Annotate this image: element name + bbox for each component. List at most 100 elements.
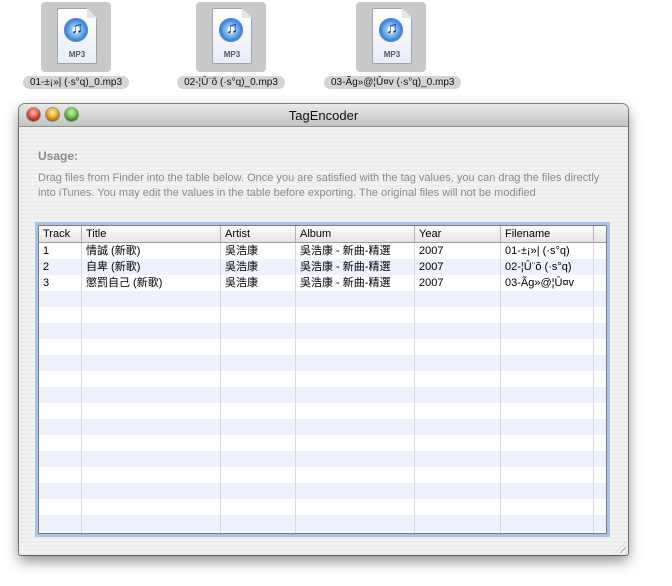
empty-cell [39, 291, 82, 307]
cell-album[interactable]: 吳浩康 - 新曲-精選 [296, 243, 415, 259]
cell-year[interactable]: 2007 [415, 243, 501, 259]
cell-year[interactable]: 2007 [415, 259, 501, 275]
table-row[interactable]: 2 自卑 (新歌) 吳浩康 吳浩康 - 新曲-精選 2007 02-¦Û¨õ (… [39, 259, 606, 275]
desktop-file-2[interactable]: ♫ MP3 02-¦Û¨õ (·s°q)_0.mp3 [164, 2, 298, 90]
empty-cell [501, 371, 594, 387]
resize-grip-icon[interactable] [615, 542, 626, 553]
desktop-file-1[interactable]: ♫ MP3 01-±¡»| (·s°q)_0.mp3 [9, 2, 143, 90]
empty-cell [415, 419, 501, 435]
cell-filename[interactable]: 01-±¡»| (·s°q) [501, 243, 594, 259]
empty-cell [594, 355, 606, 371]
empty-cell [296, 371, 415, 387]
empty-cell [221, 387, 296, 403]
empty-cell [501, 467, 594, 483]
mp3-file-icon[interactable]: ♫ MP3 [356, 2, 426, 72]
table-row[interactable]: 1 情誠 (新歌) 吳浩康 吳浩康 - 新曲-精選 2007 01-±¡»| (… [39, 243, 606, 259]
empty-cell [296, 339, 415, 355]
cell-artist[interactable]: 吳浩康 [221, 275, 296, 291]
cell-album[interactable]: 吳浩康 - 新曲-精選 [296, 259, 415, 275]
table-row[interactable]: 3 懲罰自己 (新歌) 吳浩康 吳浩康 - 新曲-精選 2007 03-Ãg»@… [39, 275, 606, 291]
empty-cell [594, 451, 606, 467]
title-bar[interactable]: TagEncoder [19, 104, 628, 127]
cell-artist[interactable]: 吳浩康 [221, 243, 296, 259]
desktop-file-name[interactable]: 03-Ãg»@¦Û¤v (·s°q)_0.mp3 [324, 76, 462, 89]
empty-table-row [39, 339, 606, 355]
empty-cell [296, 499, 415, 515]
empty-cell [415, 451, 501, 467]
empty-cell [296, 531, 415, 533]
empty-cell [296, 307, 415, 323]
mp3-file-icon[interactable]: ♫ MP3 [196, 2, 266, 72]
cell-spacer [594, 275, 606, 291]
empty-cell [415, 515, 501, 531]
desktop-file-name[interactable]: 01-±¡»| (·s°q)_0.mp3 [22, 76, 130, 89]
cell-track[interactable]: 1 [39, 243, 82, 259]
mp3-badge: MP3 [223, 50, 241, 59]
empty-cell [221, 403, 296, 419]
empty-table-row [39, 323, 606, 339]
empty-cell [82, 387, 221, 403]
empty-cell [221, 531, 296, 533]
column-header-track[interactable]: Track [39, 226, 82, 242]
empty-cell [501, 403, 594, 419]
empty-cell [415, 291, 501, 307]
cell-filename[interactable]: 02-¦Û¨õ (·s°q) [501, 259, 594, 275]
empty-cell [501, 339, 594, 355]
empty-table-row [39, 483, 606, 499]
empty-cell [296, 291, 415, 307]
empty-table-row [39, 387, 606, 403]
cell-artist[interactable]: 吳浩康 [221, 259, 296, 275]
empty-table-row [39, 307, 606, 323]
empty-cell [296, 419, 415, 435]
empty-cell [594, 419, 606, 435]
cell-filename[interactable]: 03-Ãg»@¦Û¤v [501, 275, 594, 291]
column-header-year[interactable]: Year [415, 226, 501, 242]
empty-cell [501, 499, 594, 515]
cell-album[interactable]: 吳浩康 - 新曲-精選 [296, 275, 415, 291]
empty-cell [39, 387, 82, 403]
empty-cell [296, 387, 415, 403]
empty-table-row [39, 515, 606, 531]
empty-cell [296, 451, 415, 467]
empty-cell [39, 531, 82, 533]
column-header-filename[interactable]: Filename [501, 226, 594, 242]
empty-table-row [39, 435, 606, 451]
empty-cell [501, 435, 594, 451]
column-header-title[interactable]: Title [82, 226, 221, 242]
empty-cell [39, 451, 82, 467]
empty-cell [296, 355, 415, 371]
desktop-file-3[interactable]: ♫ MP3 03-Ãg»@¦Û¤v (·s°q)_0.mp3 [324, 2, 462, 90]
empty-cell [415, 387, 501, 403]
usage-text: Drag files from Finder into the table be… [38, 172, 600, 199]
empty-cell [501, 483, 594, 499]
desktop-file-name[interactable]: 02-¦Û¨õ (·s°q)_0.mp3 [177, 76, 285, 89]
empty-cell [39, 307, 82, 323]
empty-cell [501, 515, 594, 531]
empty-cell [415, 403, 501, 419]
empty-cell [594, 483, 606, 499]
empty-cell [221, 355, 296, 371]
empty-cell [296, 515, 415, 531]
empty-table-row [39, 355, 606, 371]
tag-table[interactable]: Track Title Artist Album Year Filename 1… [38, 225, 607, 534]
column-header-artist[interactable]: Artist [221, 226, 296, 242]
empty-cell [415, 531, 501, 533]
empty-cell [501, 307, 594, 323]
cell-spacer [594, 243, 606, 259]
empty-cell [296, 467, 415, 483]
empty-cell [221, 435, 296, 451]
empty-cell [39, 339, 82, 355]
table-body: 1 情誠 (新歌) 吳浩康 吳浩康 - 新曲-精選 2007 01-±¡»| (… [39, 243, 606, 533]
cell-year[interactable]: 2007 [415, 275, 501, 291]
cell-title[interactable]: 懲罰自己 (新歌) [82, 275, 221, 291]
column-header-album[interactable]: Album [296, 226, 415, 242]
empty-cell [39, 515, 82, 531]
empty-cell [296, 403, 415, 419]
cell-track[interactable]: 3 [39, 275, 82, 291]
empty-cell [415, 307, 501, 323]
cell-track[interactable]: 2 [39, 259, 82, 275]
mp3-file-icon[interactable]: ♫ MP3 [41, 2, 111, 72]
cell-title[interactable]: 情誠 (新歌) [82, 243, 221, 259]
cell-title[interactable]: 自卑 (新歌) [82, 259, 221, 275]
empty-cell [82, 435, 221, 451]
